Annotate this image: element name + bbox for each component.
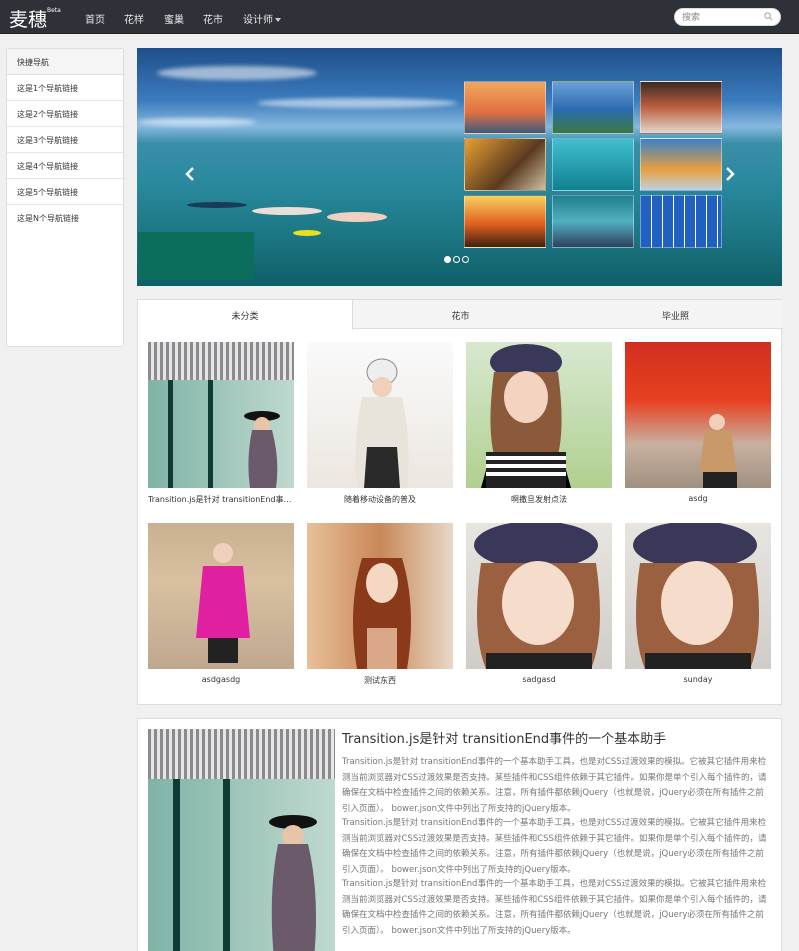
article-title[interactable]: Transition.js是针对 transitionEnd事件的一个基本助手 [342, 728, 666, 747]
pillar-shape [223, 779, 230, 951]
nav-huashi[interactable]: 花市 [203, 11, 223, 26]
woman-figure [269, 815, 317, 951]
pillar-shape [173, 779, 180, 951]
gallery-caption[interactable]: sadgasd [466, 675, 612, 691]
carousel-dot-1[interactable] [444, 256, 451, 263]
gallery-caption[interactable]: Transition.js是针对 transitionEnd事件的一个基本助手 [148, 494, 294, 510]
carousel-thumbnail [640, 195, 722, 248]
caret-down-icon [275, 18, 281, 22]
woman-figure [196, 543, 250, 663]
carousel-prev-icon[interactable] [184, 166, 196, 182]
gallery-photo [148, 523, 294, 669]
hero-carousel [137, 48, 782, 286]
carousel-dot-3[interactable] [462, 256, 469, 263]
cloud-shape [157, 66, 317, 80]
carousel-thumbnail [552, 195, 634, 248]
gallery-caption[interactable]: sunday [625, 675, 771, 691]
gallery-item[interactable]: 啊撒旦发射点法 [466, 342, 612, 510]
carousel-thumbnail [552, 138, 634, 191]
quick-nav-link-5[interactable]: 这是5个导航链接 [7, 179, 123, 205]
carousel-indicators [444, 255, 471, 266]
gallery-photo [307, 342, 453, 488]
gallery-item[interactable]: sadgasd [466, 523, 612, 691]
top-navbar: 麦穗 Beta 首页 花样 蜜巢 花市 设计师 [0, 0, 799, 34]
category-tabs: 未分类 花市 毕业照 [138, 300, 783, 330]
gallery-photo [625, 523, 771, 669]
carousel-thumbnail [464, 138, 546, 191]
tab-graduation[interactable]: 毕业照 [568, 300, 783, 329]
nav-huayang[interactable]: 花样 [124, 11, 144, 26]
nav-designer-dropdown[interactable]: 设计师 [243, 11, 281, 26]
quick-nav-title: 快捷导航 [7, 49, 123, 75]
nav-michao[interactable]: 蜜巢 [164, 11, 184, 26]
gallery-caption[interactable]: 测试东西 [307, 675, 453, 691]
gallery-caption[interactable]: asdg [625, 494, 771, 510]
gallery-photo [466, 342, 612, 488]
cloud-shape [257, 98, 457, 108]
carousel-thumbnail [640, 138, 722, 191]
gallery-item[interactable]: Transition.js是针对 transitionEnd事件的一个基本助手 [148, 342, 294, 510]
tab-huashi[interactable]: 花市 [353, 300, 568, 329]
awning-shape [148, 342, 294, 380]
brand-logo[interactable]: 麦穗 [9, 5, 47, 32]
nav-home[interactable]: 首页 [85, 11, 105, 26]
awning-shape [148, 729, 335, 779]
search-input[interactable] [682, 11, 762, 24]
quick-nav-link-3[interactable]: 这是3个导航链接 [7, 127, 123, 153]
gallery-item[interactable]: 随着移动设备的普及 [307, 342, 453, 510]
carousel-next-icon[interactable] [724, 166, 736, 182]
gallery-caption[interactable]: asdgasdg [148, 675, 294, 691]
gallery-photo [625, 342, 771, 488]
article-image[interactable] [148, 729, 335, 951]
gallery-photo [307, 523, 453, 669]
article-paragraph: Transition.js是针对 transitionEnd事件的一个基本助手工… [342, 818, 767, 875]
gallery-caption[interactable]: 随着移动设备的普及 [307, 494, 453, 510]
woman-figure [699, 414, 737, 488]
gallery-photo [148, 342, 294, 488]
woman-figure [355, 358, 409, 488]
tab-uncategorized[interactable]: 未分类 [138, 300, 353, 330]
featured-article: Transition.js是针对 transitionEnd事件的一个基本助手 … [137, 718, 782, 951]
woman-figure [481, 344, 571, 488]
carousel-thumbnail [640, 81, 722, 134]
gallery-item[interactable]: 测试东西 [307, 523, 453, 691]
gallery-photo [466, 523, 612, 669]
carousel-thumbnail [464, 81, 546, 134]
woman-figure [474, 523, 600, 669]
gallery-item[interactable]: asdg [625, 342, 771, 510]
quick-nav-link-1[interactable]: 这是1个导航链接 [7, 75, 123, 101]
quick-nav-link-2[interactable]: 这是2个导航链接 [7, 101, 123, 127]
quick-nav-panel: 快捷导航 这是1个导航链接 这是2个导航链接 这是3个导航链接 这是4个导航链接… [6, 48, 124, 347]
pillar-shape [208, 380, 213, 488]
carousel-thumbnail [552, 81, 634, 134]
search-icon[interactable] [764, 12, 773, 21]
quick-nav-link-4[interactable]: 这是4个导航链接 [7, 153, 123, 179]
article-paragraph: Transition.js是针对 transitionEnd事件的一个基本助手工… [342, 879, 767, 936]
beta-badge: Beta [47, 7, 61, 14]
cloud-shape [137, 118, 257, 126]
woman-figure [353, 558, 411, 669]
carousel-caption-box [138, 232, 254, 280]
gallery-panel: 未分类 花市 毕业照 Transition.js是针对 transitionEn… [137, 299, 783, 705]
gallery-item[interactable]: sunday [625, 523, 771, 691]
gallery-caption[interactable]: 啊撒旦发射点法 [466, 494, 612, 510]
carousel-thumbnail [464, 195, 546, 248]
woman-figure [244, 411, 280, 488]
woman-figure [633, 523, 759, 669]
carousel-dot-2[interactable] [453, 256, 460, 263]
article-paragraph: Transition.js是针对 transitionEnd事件的一个基本助手工… [342, 757, 767, 814]
pillar-shape [168, 380, 173, 488]
quick-nav-link-n[interactable]: 这是N个导航链接 [7, 205, 123, 231]
nav-designer-label: 设计师 [243, 15, 273, 26]
search-box [674, 8, 781, 26]
gallery-item[interactable]: asdgasdg [148, 523, 294, 691]
